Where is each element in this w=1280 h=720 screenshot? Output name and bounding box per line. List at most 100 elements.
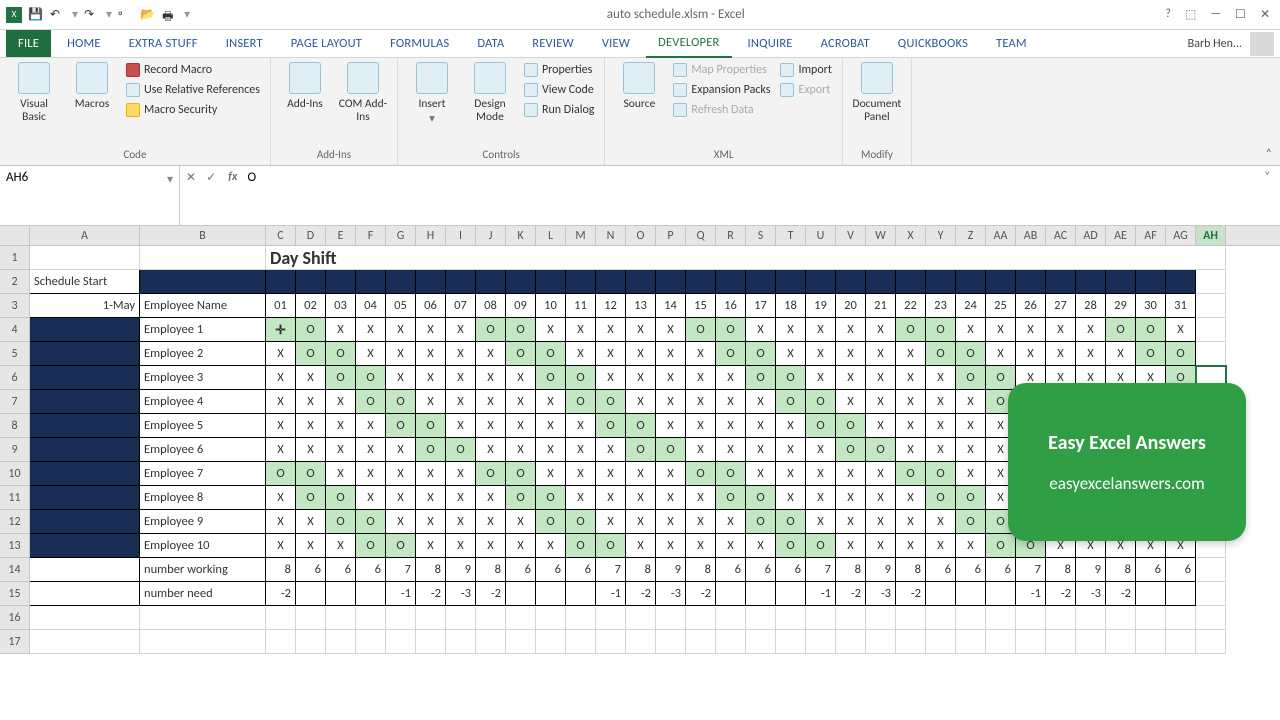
cell[interactable]: X bbox=[416, 318, 446, 342]
cell[interactable]: X bbox=[266, 342, 296, 366]
col-header-L[interactable]: L bbox=[536, 226, 566, 245]
cell[interactable]: 9 bbox=[866, 558, 896, 582]
macros-button[interactable]: Macros bbox=[66, 62, 118, 111]
cell[interactable]: 6 bbox=[356, 558, 386, 582]
cell[interactable]: 7 bbox=[806, 558, 836, 582]
cell[interactable]: X bbox=[956, 390, 986, 414]
cell[interactable]: O bbox=[716, 486, 746, 510]
cell[interactable] bbox=[806, 270, 836, 294]
cell[interactable]: 18 bbox=[776, 294, 806, 318]
cell[interactable]: X bbox=[896, 438, 926, 462]
cell[interactable] bbox=[1136, 630, 1166, 654]
cell[interactable]: X bbox=[746, 390, 776, 414]
cell[interactable]: Employee 3 bbox=[140, 366, 266, 390]
cell[interactable]: X bbox=[506, 366, 536, 390]
cell[interactable]: X bbox=[1016, 342, 1046, 366]
cell[interactable] bbox=[986, 606, 1016, 630]
cell[interactable]: X bbox=[326, 414, 356, 438]
cell[interactable]: X bbox=[326, 534, 356, 558]
cell[interactable] bbox=[1106, 270, 1136, 294]
cell[interactable]: X bbox=[806, 510, 836, 534]
cell[interactable]: 16 bbox=[716, 294, 746, 318]
cell[interactable]: O bbox=[506, 318, 536, 342]
cell[interactable] bbox=[1106, 630, 1136, 654]
map-properties-button[interactable]: Map Properties bbox=[671, 62, 772, 78]
cell[interactable]: X bbox=[296, 414, 326, 438]
cell[interactable] bbox=[1166, 606, 1196, 630]
cell[interactable]: O bbox=[776, 534, 806, 558]
cell[interactable]: O bbox=[386, 414, 416, 438]
cell[interactable]: X bbox=[566, 342, 596, 366]
cell[interactable]: X bbox=[596, 462, 626, 486]
cell[interactable]: X bbox=[926, 414, 956, 438]
cell[interactable]: O bbox=[716, 318, 746, 342]
cell[interactable] bbox=[296, 606, 326, 630]
cell[interactable]: X bbox=[1106, 342, 1136, 366]
cell[interactable]: -2 bbox=[836, 582, 866, 606]
cell[interactable] bbox=[566, 582, 596, 606]
cell[interactable] bbox=[746, 270, 776, 294]
cell[interactable]: X bbox=[596, 510, 626, 534]
col-header-T[interactable]: T bbox=[776, 226, 806, 245]
cell[interactable]: X bbox=[386, 366, 416, 390]
tab-developer[interactable]: DEVELOPER bbox=[646, 29, 731, 58]
cell[interactable] bbox=[656, 270, 686, 294]
cell[interactable] bbox=[356, 630, 386, 654]
cell[interactable]: X bbox=[836, 510, 866, 534]
cell[interactable]: X bbox=[896, 390, 926, 414]
cell[interactable]: O bbox=[746, 510, 776, 534]
cell[interactable]: 1-May bbox=[30, 294, 140, 318]
cell[interactable]: -2 bbox=[1106, 582, 1136, 606]
insert-control-button[interactable]: Insert▾ bbox=[406, 62, 458, 125]
fx-icon[interactable]: fx bbox=[228, 170, 237, 184]
cell[interactable] bbox=[386, 630, 416, 654]
cell[interactable]: X bbox=[986, 318, 1016, 342]
cell[interactable]: 6 bbox=[986, 558, 1016, 582]
cell[interactable] bbox=[30, 630, 140, 654]
cell[interactable]: 06 bbox=[416, 294, 446, 318]
cell[interactable] bbox=[1196, 318, 1226, 342]
cell[interactable]: 23 bbox=[926, 294, 956, 318]
cell[interactable]: X bbox=[626, 486, 656, 510]
cell[interactable] bbox=[806, 630, 836, 654]
cell[interactable] bbox=[536, 270, 566, 294]
cell[interactable]: X bbox=[416, 510, 446, 534]
cell[interactable]: X bbox=[866, 534, 896, 558]
cell[interactable] bbox=[30, 366, 140, 390]
cell[interactable]: X bbox=[656, 342, 686, 366]
cell[interactable] bbox=[776, 582, 806, 606]
cell[interactable]: O bbox=[356, 366, 386, 390]
cell[interactable]: X bbox=[596, 366, 626, 390]
cell[interactable]: X bbox=[476, 366, 506, 390]
col-header-D[interactable]: D bbox=[296, 226, 326, 245]
col-header-AA[interactable]: AA bbox=[986, 226, 1016, 245]
cell[interactable]: X bbox=[536, 534, 566, 558]
cell[interactable]: O bbox=[296, 462, 326, 486]
cell[interactable] bbox=[326, 606, 356, 630]
cell[interactable] bbox=[30, 582, 140, 606]
cell[interactable] bbox=[626, 606, 656, 630]
cell[interactable] bbox=[956, 270, 986, 294]
cell[interactable]: X bbox=[356, 438, 386, 462]
cell[interactable] bbox=[30, 318, 140, 342]
cell[interactable]: O bbox=[386, 390, 416, 414]
cell[interactable]: 25 bbox=[986, 294, 1016, 318]
cell[interactable]: X bbox=[896, 414, 926, 438]
cell[interactable]: X bbox=[1076, 342, 1106, 366]
cell[interactable]: Employee 2 bbox=[140, 342, 266, 366]
cell[interactable]: O bbox=[776, 510, 806, 534]
col-header-AE[interactable]: AE bbox=[1106, 226, 1136, 245]
tab-page-layout[interactable]: PAGE LAYOUT bbox=[279, 30, 374, 57]
cell[interactable]: 9 bbox=[446, 558, 476, 582]
cell[interactable]: X bbox=[266, 486, 296, 510]
cell[interactable]: 12 bbox=[596, 294, 626, 318]
col-header-Q[interactable]: Q bbox=[686, 226, 716, 245]
cell[interactable]: O bbox=[506, 342, 536, 366]
col-header-F[interactable]: F bbox=[356, 226, 386, 245]
cell[interactable] bbox=[416, 630, 446, 654]
cell[interactable]: O bbox=[536, 510, 566, 534]
cell[interactable]: Employee 10 bbox=[140, 534, 266, 558]
cell[interactable]: X bbox=[836, 318, 866, 342]
cell[interactable]: X bbox=[926, 438, 956, 462]
cell[interactable]: -2 bbox=[1046, 582, 1076, 606]
